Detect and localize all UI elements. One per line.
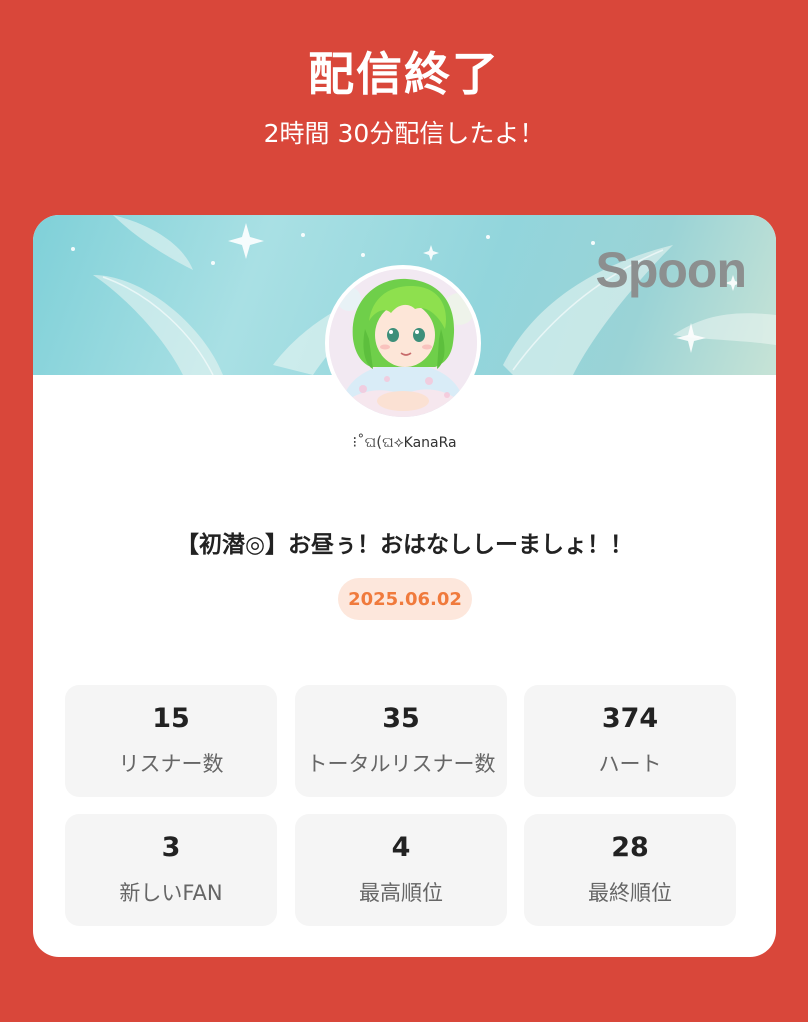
username-text: KanaRa <box>403 435 457 451</box>
spoon-logo: Spoon <box>595 242 747 298</box>
avatar[interactable] <box>325 265 481 421</box>
stat-highest-rank: 4 最高順位 <box>295 814 507 926</box>
stat-label: リスナー数 <box>118 752 224 776</box>
stat-new-fans: 3 新しいFAN <box>65 814 277 926</box>
page-title: 配信終了 <box>308 47 500 101</box>
stat-listeners: 15 リスナー数 <box>65 685 277 797</box>
avatar-image <box>329 269 477 417</box>
stat-hearts: 374 ハート <box>524 685 736 797</box>
broadcast-title: 【初潜◎】お昼ぅ！おはなししーましょ！！ <box>175 532 634 558</box>
stat-label: 最終順位 <box>588 881 672 905</box>
stat-value: 35 <box>382 703 420 734</box>
stat-label: 最高順位 <box>359 881 443 905</box>
stat-label: トータルリスナー数 <box>306 752 496 776</box>
stat-final-rank: 28 最終順位 <box>524 814 736 926</box>
summary-card: Spoon ⁝˚ଘ(ଘ⟡KanaRa 【初潜◎】お昼ぅ！おはなししーましょ！！ … <box>33 215 776 957</box>
date-badge: 2025.06.02 <box>338 578 472 620</box>
stat-label: ハート <box>598 752 662 776</box>
stat-value: 15 <box>152 703 190 734</box>
broadcast-duration: 2時間 30分配信したよ！ <box>263 119 545 148</box>
stat-value: 28 <box>611 832 649 863</box>
stat-label: 新しいFAN <box>119 881 223 905</box>
stat-value: 4 <box>391 832 411 863</box>
stat-value: 3 <box>161 832 181 863</box>
username: ⁝˚ଘ(ଘ⟡KanaRa <box>33 433 776 451</box>
stat-value: 374 <box>601 703 659 734</box>
stat-total-listeners: 35 トータルリスナー数 <box>295 685 507 797</box>
username-decoration: ⁝˚ଘ(ଘ⟡ <box>352 433 404 451</box>
